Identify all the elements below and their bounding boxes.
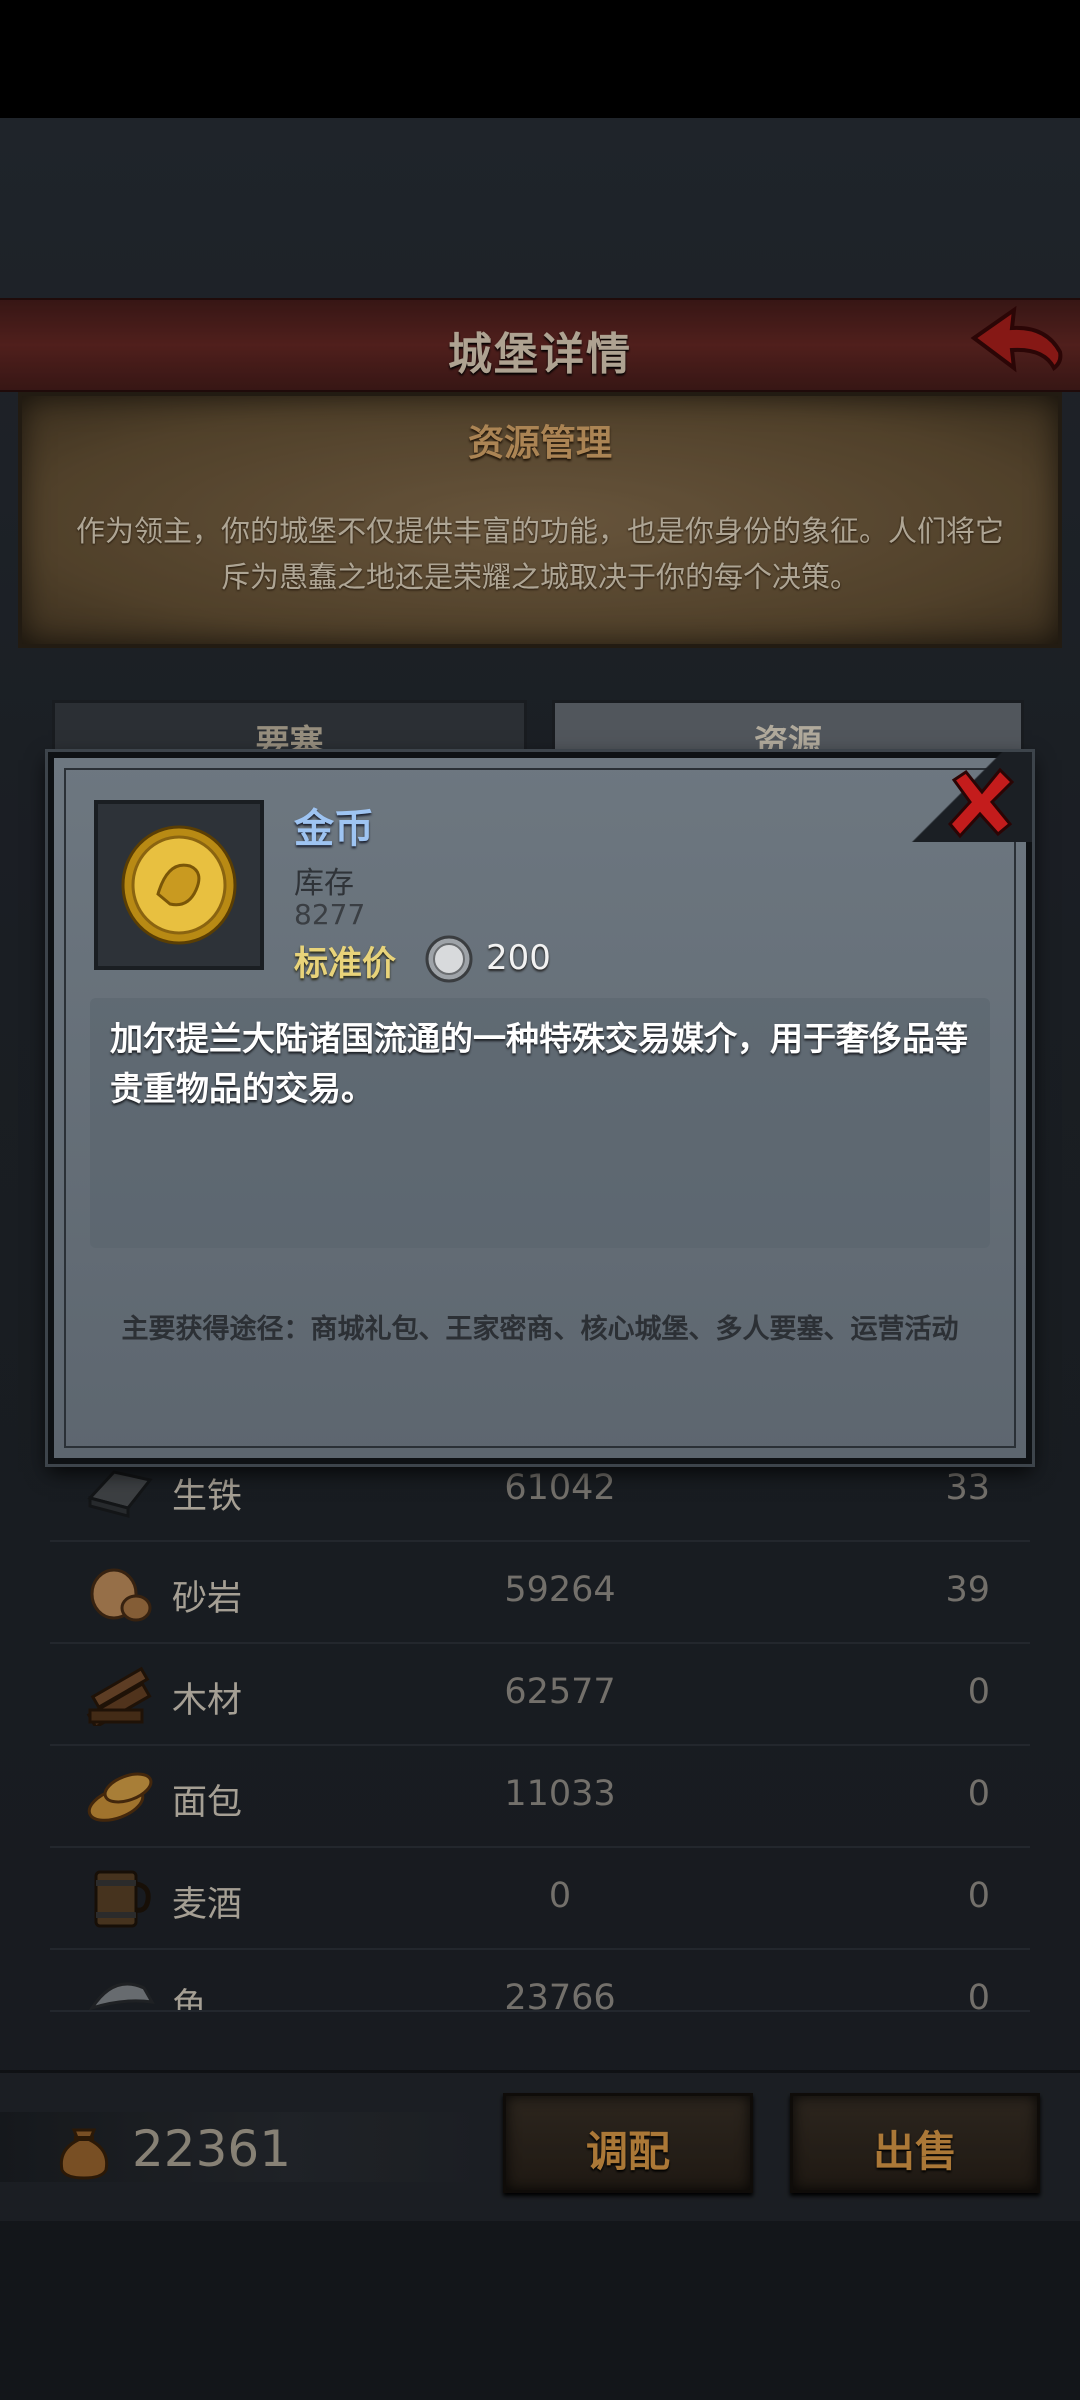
stock-label: 库存 [294, 866, 354, 901]
item-detail-modal: 金币 库存 8277 标准价 200 加尔提兰大陆诸国流通的一种特殊交易媒介，用… [48, 752, 1032, 1464]
stock-value: 8277 [294, 898, 366, 931]
close-icon[interactable] [942, 764, 1020, 842]
price-value: 200 [486, 938, 551, 978]
source-text: 主要获得途径：商城礼包、王家密商、核心城堡、多人要塞、运营活动 [121, 1314, 959, 1345]
gold-coin-icon [121, 825, 237, 945]
silver-coin-icon [425, 935, 473, 983]
item-description: 加尔提兰大陆诸国流通的一种特殊交易媒介，用于奢侈品等贵重物品的交易。 [110, 1019, 968, 1108]
item-name: 金币 [294, 806, 374, 852]
price-label: 标准价 [294, 944, 396, 984]
description-box: 加尔提兰大陆诸国流通的一种特殊交易媒介，用于奢侈品等贵重物品的交易。 [90, 998, 990, 1248]
item-icon-frame [94, 800, 264, 970]
